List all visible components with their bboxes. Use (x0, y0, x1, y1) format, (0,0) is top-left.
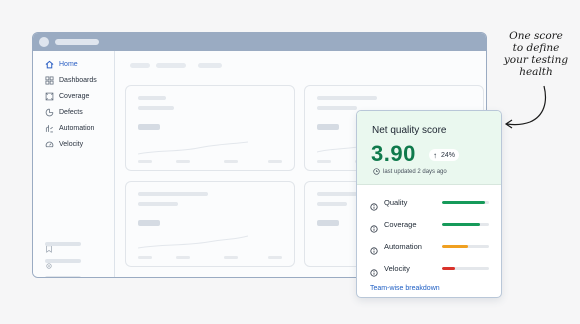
defects-icon (45, 108, 54, 117)
arrow-up-icon: ↑ (433, 150, 437, 160)
score-delta-badge: ↑ 24% (429, 149, 460, 161)
axis-placeholder (268, 256, 282, 259)
annotation-line: health (519, 66, 553, 78)
title-bar (33, 33, 486, 51)
placeholder-line (138, 96, 166, 100)
metric-label: Quality (384, 197, 408, 207)
info-icon[interactable] (370, 198, 378, 211)
placeholder-pill (138, 220, 160, 226)
address-bar-placeholder (55, 39, 99, 45)
metric-bar (442, 200, 489, 204)
axis-placeholder (176, 256, 190, 259)
annotation-line: One score (509, 30, 563, 42)
placeholder-pill (317, 220, 339, 226)
sidebar-item-automation[interactable]: Automation (45, 122, 94, 134)
placeholder-label (45, 276, 81, 277)
metric-bar (442, 222, 489, 226)
window-dot (39, 37, 49, 47)
axis-placeholder (138, 160, 152, 163)
axis-placeholder (176, 160, 190, 163)
sidebar-item-label: Home (59, 60, 78, 68)
sidebar-footer-item-2[interactable] (45, 256, 81, 269)
dashboard-icon (45, 75, 54, 85)
last-updated: last updated 2 days ago (373, 168, 447, 175)
metric-bar-fill (442, 266, 455, 270)
placeholder-line (138, 202, 178, 206)
metric-label: Velocity (384, 263, 410, 273)
quality-score-card: Net quality score 3.90 ↑ 24% last update… (356, 110, 502, 298)
breadcrumb-placeholder (198, 63, 222, 68)
coverage-icon (45, 92, 54, 101)
sidebar: Home Dashboards Coverage Defects Automat… (33, 51, 115, 277)
breadcrumb-placeholder (130, 63, 150, 68)
sidebar-item-home[interactable]: Home (45, 58, 78, 70)
info-icon[interactable] (370, 264, 378, 277)
dashboard-card[interactable] (125, 85, 295, 171)
sidebar-item-label: Velocity (59, 140, 84, 148)
metric-bar (442, 266, 489, 270)
metric-bar (442, 244, 489, 248)
axis-placeholder (317, 160, 331, 163)
metric-row[interactable]: Velocity (370, 263, 490, 277)
sidebar-item-label: Automation (59, 124, 95, 132)
metric-label: Coverage (384, 219, 417, 229)
annotation-line: to define (512, 42, 560, 54)
placeholder-pill (138, 124, 160, 130)
velocity-icon (45, 140, 54, 149)
metric-row[interactable]: Automation (370, 241, 490, 255)
axis-placeholder (224, 160, 238, 163)
metric-label: Automation (384, 241, 422, 251)
axis-placeholder (224, 256, 238, 259)
team-breakdown-link[interactable]: Team-wise breakdown (370, 285, 440, 292)
sparkline (138, 235, 248, 249)
sidebar-item-coverage[interactable]: Coverage (45, 90, 89, 102)
breadcrumb-placeholder (156, 63, 186, 68)
sparkline (138, 141, 248, 155)
axis-placeholder (138, 256, 152, 259)
metric-row[interactable]: Coverage (370, 219, 490, 233)
metric-bar-fill (442, 222, 480, 226)
placeholder-line (317, 192, 357, 196)
automation-icon (45, 124, 54, 133)
sidebar-footer-item-1[interactable] (45, 239, 81, 253)
home-icon (45, 60, 54, 69)
annotation-line: your testing (503, 54, 569, 66)
annotation-arrow (504, 85, 547, 129)
sidebar-item-dashboards[interactable]: Dashboards (45, 74, 97, 86)
last-updated-text: last updated 2 days ago (383, 168, 447, 175)
metric-bar-fill (442, 244, 469, 248)
axis-placeholder (268, 160, 282, 163)
metric-bar-fill (442, 200, 486, 204)
score-value: 3.90 (371, 141, 416, 166)
placeholder-line (138, 192, 208, 196)
score-title: Net quality score (372, 125, 447, 136)
placeholder-line (317, 96, 377, 100)
sidebar-item-defects[interactable]: Defects (45, 106, 83, 118)
placeholder-line (317, 106, 357, 110)
placeholder-label (45, 242, 81, 246)
clock-icon (373, 168, 380, 175)
sidebar-footer-item-3[interactable] (45, 273, 81, 277)
placeholder-label (45, 259, 81, 263)
metric-row[interactable]: Quality (370, 197, 490, 211)
placeholder-line (138, 106, 174, 110)
sidebar-item-label: Coverage (59, 92, 90, 100)
placeholder-pill (317, 124, 339, 130)
info-icon[interactable] (370, 220, 378, 233)
placeholder-line (317, 202, 347, 206)
dashboard-card[interactable] (125, 181, 295, 267)
sidebar-item-label: Defects (59, 108, 83, 116)
score-header: Net quality score 3.90 ↑ 24% last update… (357, 111, 501, 185)
sidebar-item-label: Dashboards (59, 76, 97, 84)
score-delta: 24% (441, 151, 456, 159)
annotation-note: One score to define your testing health (494, 30, 578, 78)
info-icon[interactable] (370, 242, 378, 255)
sidebar-item-velocity[interactable]: Velocity (45, 138, 83, 150)
